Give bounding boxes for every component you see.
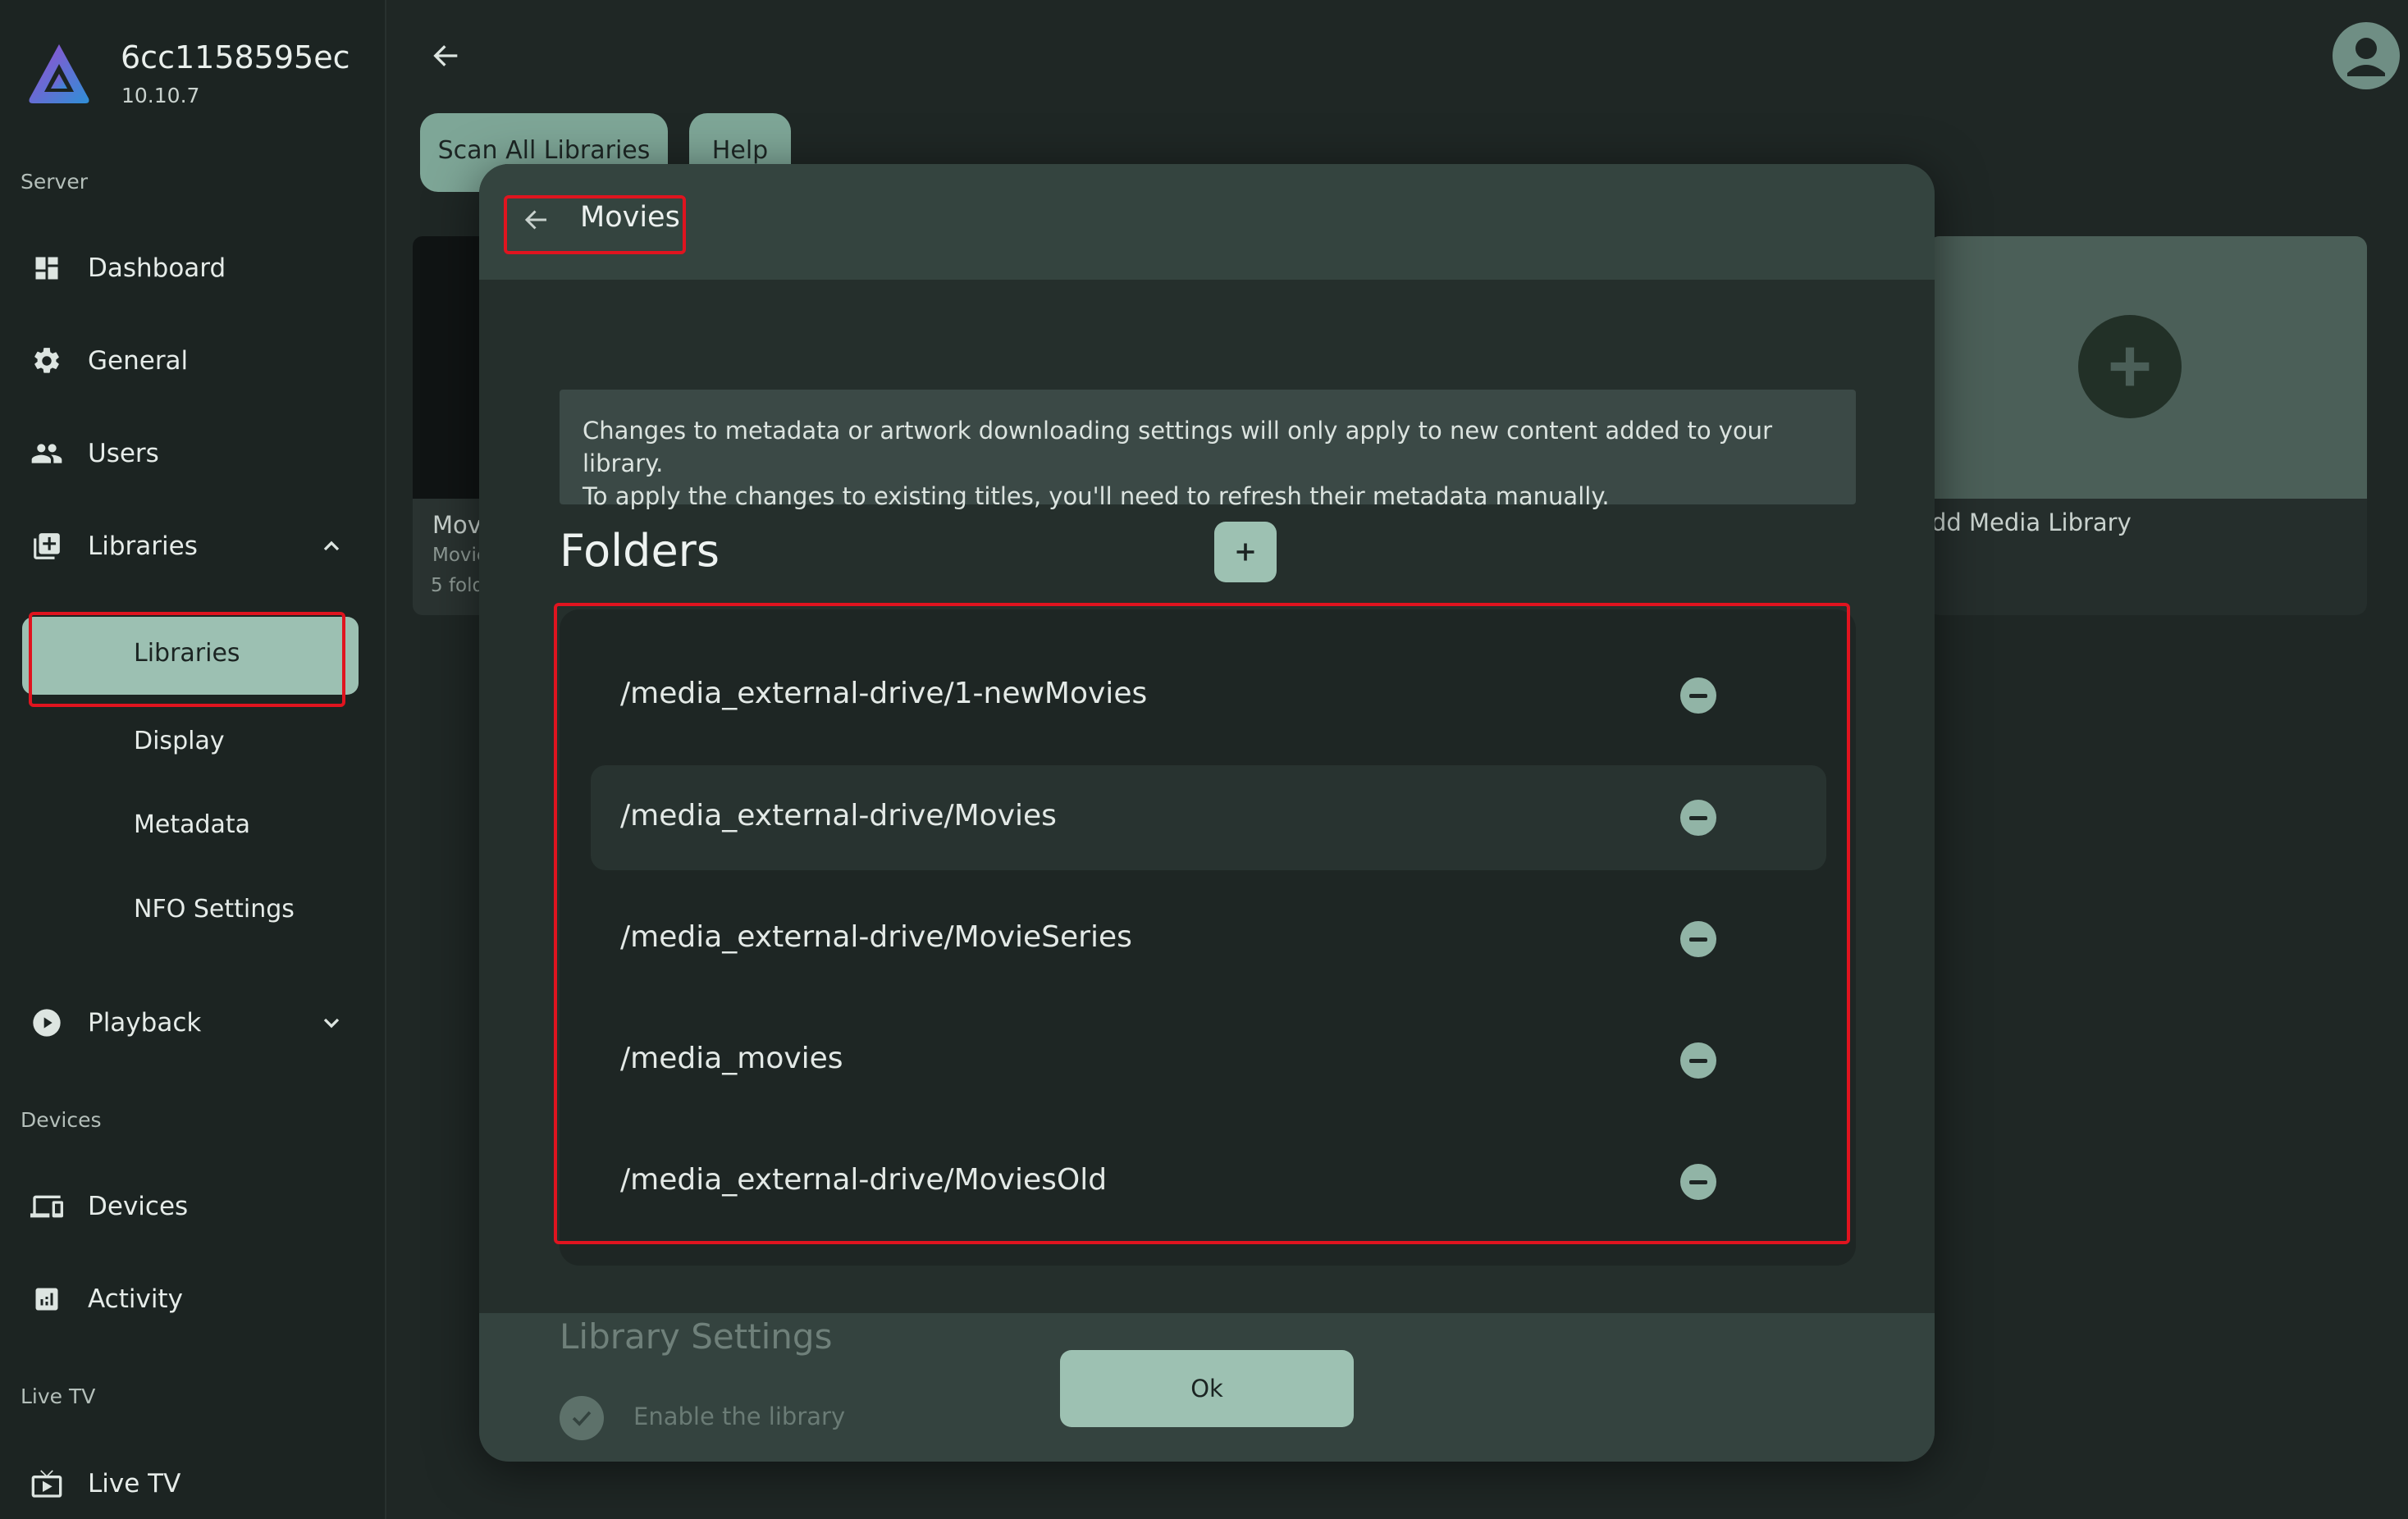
remove-folder-button[interactable] xyxy=(1680,921,1716,957)
sidebar-item-users[interactable]: Users xyxy=(0,421,386,486)
library-settings-heading: Library Settings xyxy=(560,1316,833,1357)
play-circle-icon xyxy=(30,1006,64,1040)
sidebar-item-dashboard[interactable]: Dashboard xyxy=(0,235,386,301)
folder-path: /media_external-drive/MoviesOld xyxy=(620,1163,1108,1197)
minus-icon xyxy=(1689,937,1707,942)
folder-row: /media_external-drive/Movies xyxy=(560,765,1856,870)
notice-line-2: To apply the changes to existing titles,… xyxy=(583,482,1610,510)
remove-folder-button[interactable] xyxy=(1680,800,1716,836)
folder-path: /media_external-drive/Movies xyxy=(620,799,1057,832)
server-version: 10.10.7 xyxy=(121,84,200,107)
activity-icon xyxy=(30,1282,64,1316)
sidebar: 6cc1158595ec 10.10.7 Server Dashboard Ge… xyxy=(0,0,386,1519)
sidebar-item-label: Users xyxy=(88,439,159,468)
folder-path: /media_external-drive/1-newMovies xyxy=(620,677,1148,710)
sidebar-item-label: Live TV xyxy=(88,1469,181,1498)
enable-library-label: Enable the library xyxy=(633,1403,846,1430)
folder-path: /media_external-drive/MovieSeries xyxy=(620,920,1132,954)
sidebar-item-label: Dashboard xyxy=(88,253,226,283)
jellyfin-logo-icon xyxy=(29,44,89,103)
add-media-library-label: dd Media Library xyxy=(1931,509,2132,536)
minus-icon xyxy=(1689,1179,1707,1184)
live-tv-icon xyxy=(30,1467,64,1501)
folder-row: /media_movies xyxy=(560,1008,1856,1113)
sidebar-subitem-metadata[interactable]: Metadata xyxy=(134,810,250,839)
library-card-title: Mov xyxy=(432,511,482,539)
library-add-icon xyxy=(30,529,64,563)
sidebar-item-playback[interactable]: Playback xyxy=(0,990,386,1056)
sidebar-item-general[interactable]: General xyxy=(0,328,386,394)
dialog-title: Movies xyxy=(580,201,680,234)
sidebar-item-libraries[interactable]: Libraries xyxy=(0,513,386,579)
plus-icon xyxy=(2078,315,2182,418)
minus-icon xyxy=(1689,693,1707,698)
section-devices-label: Devices xyxy=(21,1108,102,1132)
sidebar-item-label: Devices xyxy=(88,1192,189,1221)
remove-folder-button[interactable] xyxy=(1680,1164,1716,1200)
sidebar-item-label: Libraries xyxy=(88,531,198,561)
sidebar-subitem-libraries[interactable]: Libraries xyxy=(22,617,359,695)
dashboard-icon xyxy=(30,251,64,285)
sidebar-subitem-display[interactable]: Display xyxy=(134,727,225,755)
section-server-label: Server xyxy=(21,170,88,194)
remove-folder-button[interactable] xyxy=(1680,1042,1716,1079)
metadata-notice: Changes to metadata or artwork downloadi… xyxy=(560,390,1856,510)
minus-icon xyxy=(1689,815,1707,820)
devices-icon xyxy=(30,1189,64,1224)
server-name: 6cc1158595ec xyxy=(121,39,350,75)
sidebar-item-label: General xyxy=(88,346,189,376)
chevron-down-icon xyxy=(323,1018,340,1029)
folder-row: /media_external-drive/1-newMovies xyxy=(560,643,1856,748)
section-livetv-label: Live TV xyxy=(21,1384,96,1408)
user-avatar[interactable] xyxy=(2333,22,2400,89)
sidebar-subitem-nfo-settings[interactable]: NFO Settings xyxy=(134,895,295,924)
remove-folder-button[interactable] xyxy=(1680,677,1716,714)
chevron-up-icon xyxy=(323,541,340,551)
notice-line-1: Changes to metadata or artwork downloadi… xyxy=(583,417,1772,477)
folder-list: /media_external-drive/1-newMovies /media… xyxy=(560,609,1856,1266)
folders-heading: Folders xyxy=(560,525,720,577)
sidebar-subitem-label: Libraries xyxy=(134,639,240,668)
check-icon xyxy=(572,1411,592,1426)
back-arrow-icon[interactable] xyxy=(427,39,466,72)
users-icon xyxy=(30,436,64,471)
library-card-folders: 5 fold xyxy=(431,575,485,596)
dialog-back-arrow-icon[interactable] xyxy=(519,205,555,235)
library-edit-dialog: Movies Changes to metadata or artwork do… xyxy=(479,164,1935,1462)
ok-button[interactable]: Ok xyxy=(1060,1350,1354,1427)
add-folder-button[interactable] xyxy=(1214,522,1277,582)
user-icon xyxy=(2347,38,2385,76)
sidebar-item-label: Activity xyxy=(88,1284,183,1314)
folder-path: /media_movies xyxy=(620,1042,843,1075)
gear-icon xyxy=(30,344,64,378)
sidebar-item-activity[interactable]: Activity xyxy=(0,1266,386,1332)
sidebar-item-label: Playback xyxy=(88,1008,202,1038)
folder-row: /media_external-drive/MovieSeries xyxy=(560,887,1856,992)
sidebar-item-devices[interactable]: Devices xyxy=(0,1174,386,1239)
enable-library-checkbox[interactable] xyxy=(560,1396,604,1440)
sidebar-item-live-tv[interactable]: Live TV xyxy=(0,1451,386,1517)
plus-icon xyxy=(1236,543,1254,561)
folder-row: /media_external-drive/MoviesOld xyxy=(560,1129,1856,1234)
dialog-header xyxy=(479,164,1935,280)
add-media-library-card[interactable] xyxy=(1928,236,2367,615)
minus-icon xyxy=(1689,1058,1707,1063)
